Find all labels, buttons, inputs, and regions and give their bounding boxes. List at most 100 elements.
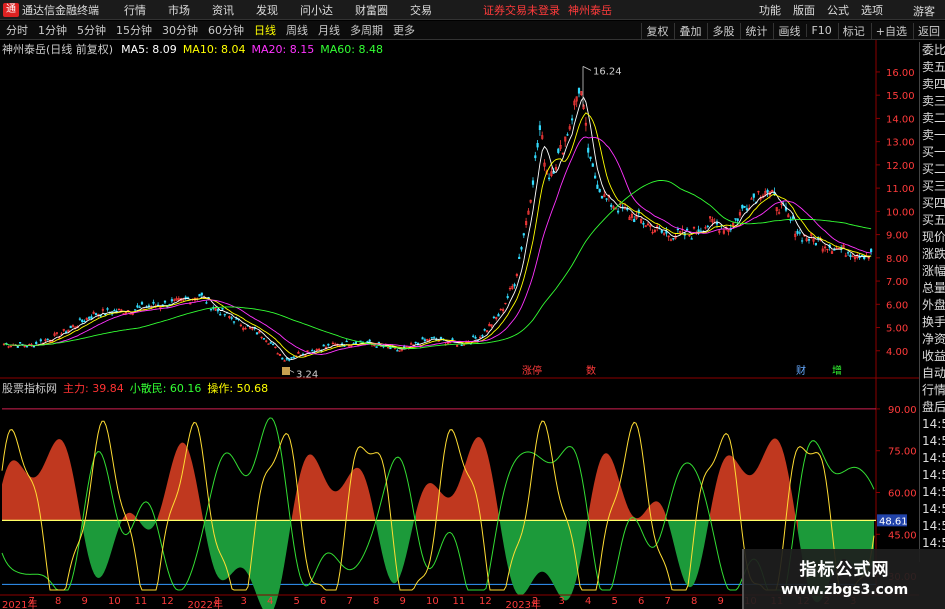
main-force-area [592,483,594,521]
main-force-area [34,476,36,521]
main-force-area [222,520,224,581]
candle-body [743,206,746,208]
main-force-area [182,442,184,521]
candle-body [173,299,176,301]
side-item[interactable]: 行情 [920,382,945,399]
candle-body [39,339,42,342]
side-item[interactable]: 买一 [920,144,945,161]
candle-body [152,301,155,304]
operate-label: 操作: 50.68 [207,382,269,395]
main-force-area [90,520,92,569]
candle-body [373,344,376,347]
side-item[interactable]: 卖二 [920,110,945,127]
candle-body [538,125,541,131]
side-item[interactable]: 总量 [920,280,945,297]
main-force-area [518,520,520,596]
main-force-area [566,520,568,601]
main-force-area [60,439,62,521]
candle-body [281,357,284,360]
candle-body [699,230,702,232]
main-force-area [106,520,108,568]
main-force-area [302,461,304,521]
main-force-area [730,455,732,521]
candle-body [577,88,581,94]
event-label: 财 [796,364,806,377]
candle-body [269,342,272,344]
event-label: 数 [586,364,596,377]
candle-body [591,163,594,167]
side-item[interactable]: 14:50 [920,467,945,484]
main-force-area [210,520,212,562]
candle-body [232,321,236,323]
main-force-area [770,439,772,521]
side-item[interactable]: 卖一 [920,127,945,144]
side-item[interactable]: 14:50 [920,416,945,433]
main-chart-title: 神州泰岳(日线 前复权) [2,43,114,56]
main-force-area [320,467,322,521]
main-force-area [572,520,574,594]
candle-body [69,325,72,329]
current-value-label: 48.61 [879,516,908,527]
side-item[interactable]: 收益 [920,348,945,365]
main-force-area [188,449,190,521]
side-item[interactable]: 涨跌 [920,246,945,263]
side-item[interactable]: 涨幅 [920,263,945,280]
watermark-title: 指标公式网 [799,560,890,580]
main-force-area [102,520,104,576]
candle-body [734,218,737,220]
main-force-area [20,464,22,521]
date-label: 11 [134,596,148,607]
side-item[interactable]: 14:50 [920,501,945,518]
main-force-area [200,502,202,521]
candle-body [504,302,507,305]
main-force-area [544,520,546,574]
side-item[interactable]: 买二 [920,161,945,178]
side-item[interactable]: 买四 [920,195,945,212]
side-item[interactable]: 14:50 [920,518,945,535]
side-item[interactable]: 14:50 [920,450,945,467]
candle-body [814,242,817,246]
main-force-area [658,501,660,521]
date-label: 6 [320,596,327,607]
main-force-area [158,510,160,521]
side-item[interactable]: 卖三 [920,93,945,110]
main-force-area [52,443,54,521]
ma60-label: MA60: 8.48 [320,42,383,56]
side-item[interactable]: 净资 [920,331,945,348]
side-item[interactable]: 自动 [920,365,945,382]
main-force-area [276,520,278,603]
side-item[interactable]: 外盘 [920,297,945,314]
main-force-area [430,483,432,521]
side-item[interactable]: 盘后 [920,399,945,416]
y-tick-label: 14.00 [886,114,915,125]
main-force-area [76,490,78,521]
main-force-area [774,438,776,521]
main-force-area [578,520,580,573]
side-item[interactable]: 买三 [920,178,945,195]
y-tick-label: 5.00 [886,324,908,335]
main-force-area [238,520,240,568]
side-item[interactable]: 卖四 [920,76,945,93]
candle-body [798,232,801,234]
main-force-area [208,520,210,554]
side-item[interactable]: 换手 [920,314,945,331]
main-force-area [686,520,688,587]
main-force-area [112,520,114,550]
candle-body [741,204,744,209]
side-item[interactable]: 买五 [920,212,945,229]
main-force-area [256,520,258,599]
main-force-area [442,493,444,521]
main-force-area [166,479,168,521]
main-force-area [92,520,94,574]
main-force-area [378,520,380,544]
main-force-area [660,503,662,521]
side-item[interactable]: 14:50 [920,433,945,450]
side-item[interactable]: 委比 [920,42,945,59]
candle-body [219,314,222,316]
side-item[interactable]: 卖五 [920,59,945,76]
main-force-area [46,455,48,521]
main-force-area [556,520,558,593]
side-item[interactable]: 14:50 [920,484,945,501]
kline-chart[interactable]: 16.00 15.00 14.00 13.00 12.00 11.00 10.00 9.00 8… [0,0,945,609]
side-item[interactable]: 现价 [920,229,945,246]
